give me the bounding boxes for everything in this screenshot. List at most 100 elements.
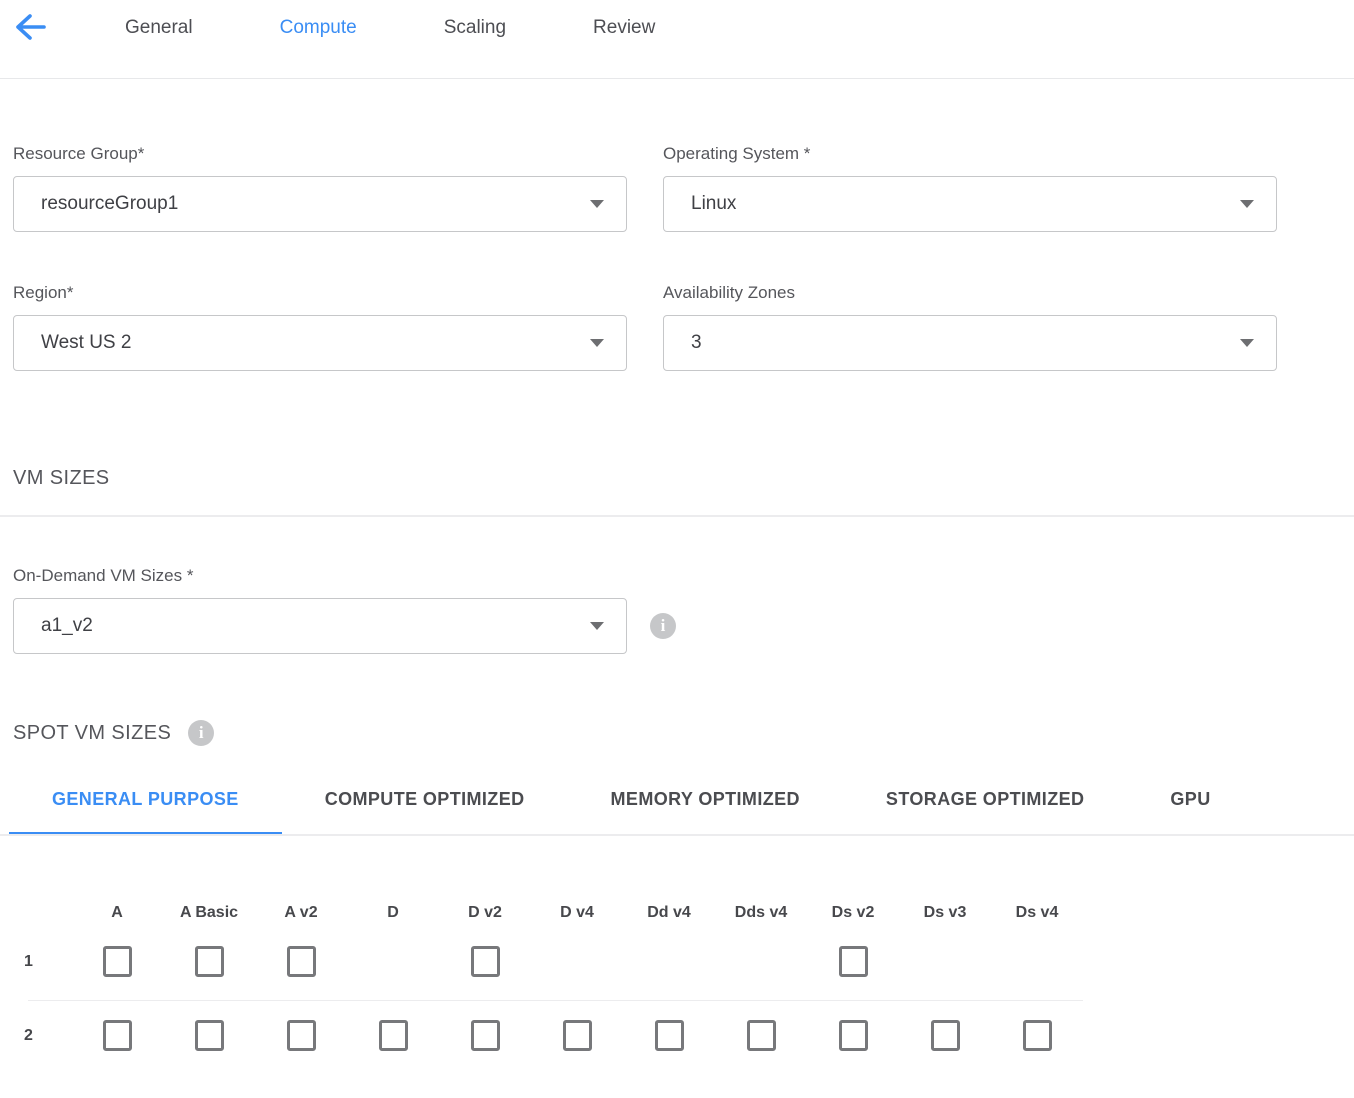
- back-arrow-icon: [14, 29, 46, 44]
- vm-grid-cell: [71, 946, 163, 977]
- vm-size-checkbox[interactable]: [839, 946, 868, 977]
- vm-sizes-heading: VM SIZES: [13, 467, 1341, 489]
- on-demand-section: On-Demand VM Sizes * a1_v2 i: [13, 565, 1341, 654]
- compute-wizard-page: General Compute Scaling Review Resource …: [0, 0, 1354, 1098]
- operating-system-select[interactable]: Linux: [663, 176, 1277, 232]
- vm-size-checkbox[interactable]: [747, 1020, 776, 1051]
- vm-size-checkbox[interactable]: [379, 1020, 408, 1051]
- vm-grid-cell: [807, 946, 899, 977]
- vm-size-checkbox[interactable]: [103, 1020, 132, 1051]
- vm-size-checkbox[interactable]: [287, 946, 316, 977]
- vm-grid-rows: 12: [0, 946, 1354, 1051]
- availability-zones-field: Availability Zones 3: [663, 282, 1277, 371]
- tab-label: MEMORY OPTIMIZED: [611, 789, 800, 809]
- resource-group-select[interactable]: resourceGroup1: [13, 176, 627, 232]
- resource-group-label: Resource Group*: [13, 143, 627, 165]
- vm-grid-cell: [163, 946, 255, 977]
- vm-row-label: 2: [0, 1027, 71, 1045]
- tab-label: GPU: [1170, 789, 1210, 809]
- resource-group-value: resourceGroup1: [41, 193, 178, 215]
- tab-compute[interactable]: Compute: [280, 15, 357, 41]
- vm-row-label: 1: [0, 953, 71, 971]
- wizard-header: General Compute Scaling Review: [0, 0, 1354, 79]
- vm-grid-cell: [255, 1020, 347, 1051]
- vm-column-header: Ds v2: [807, 903, 899, 923]
- availability-zones-select[interactable]: 3: [663, 315, 1277, 371]
- tab-gpu[interactable]: GPU: [1127, 775, 1253, 834]
- form-row: Region* West US 2 Availability Zones 3: [13, 282, 1341, 371]
- vm-grid-cell: [439, 946, 531, 977]
- operating-system-label: Operating System *: [663, 143, 1277, 165]
- vm-grid-cell: [255, 946, 347, 977]
- vm-column-header: D: [347, 903, 439, 923]
- chevron-down-icon: [590, 622, 604, 630]
- region-label: Region*: [13, 282, 627, 304]
- tab-storage-optimized[interactable]: STORAGE OPTIMIZED: [843, 775, 1127, 834]
- wizard-step-tabs: General Compute Scaling Review: [125, 13, 655, 41]
- region-field: Region* West US 2: [13, 282, 627, 371]
- vm-grid-cell: [71, 1020, 163, 1051]
- vm-grid-cell: [623, 1020, 715, 1051]
- region-value: West US 2: [41, 332, 131, 354]
- vm-grid-row: 2: [0, 1020, 1354, 1051]
- vm-size-checkbox[interactable]: [563, 1020, 592, 1051]
- resource-group-field: Resource Group* resourceGroup1: [13, 143, 627, 232]
- vm-column-header: D v2: [439, 903, 531, 923]
- operating-system-value: Linux: [691, 193, 736, 215]
- operating-system-field: Operating System * Linux: [663, 143, 1277, 232]
- spot-vm-category-tabs: GENERAL PURPOSE COMPUTE OPTIMIZED MEMORY…: [0, 775, 1354, 836]
- tab-label: GENERAL PURPOSE: [52, 789, 239, 809]
- vm-size-checkbox[interactable]: [195, 946, 224, 977]
- row-divider: [28, 1000, 1083, 1001]
- info-icon[interactable]: i: [188, 720, 214, 746]
- tab-review[interactable]: Review: [593, 15, 655, 41]
- tab-memory-optimized[interactable]: MEMORY OPTIMIZED: [568, 775, 843, 834]
- vm-grid-cell: [163, 1020, 255, 1051]
- availability-zones-value: 3: [691, 332, 702, 354]
- tab-label: COMPUTE OPTIMIZED: [325, 789, 525, 809]
- availability-zones-label: Availability Zones: [663, 282, 1277, 304]
- vm-grid-cell: [899, 1020, 991, 1051]
- tab-general[interactable]: General: [125, 15, 193, 41]
- vm-column-header: A v2: [255, 903, 347, 923]
- region-select[interactable]: West US 2: [13, 315, 627, 371]
- spot-vm-sizes-heading: SPOT VM SIZES: [13, 722, 171, 744]
- tab-label: STORAGE OPTIMIZED: [886, 789, 1084, 809]
- on-demand-field: a1_v2: [13, 598, 627, 654]
- tab-general-purpose[interactable]: GENERAL PURPOSE: [9, 775, 282, 834]
- vm-grid-cell: [991, 1020, 1083, 1051]
- vm-grid-cell: [807, 1020, 899, 1051]
- vm-size-checkbox[interactable]: [287, 1020, 316, 1051]
- on-demand-label: On-Demand VM Sizes *: [13, 565, 1341, 587]
- vm-size-grid: AA BasicA v2DD v2D v4Dd v4Dds v4Ds v2Ds …: [0, 903, 1354, 1051]
- tab-compute-optimized[interactable]: COMPUTE OPTIMIZED: [282, 775, 568, 834]
- chevron-down-icon: [590, 200, 604, 208]
- vm-grid-cell: [439, 1020, 531, 1051]
- compute-form: Resource Group* resourceGroup1 Operating…: [0, 143, 1354, 371]
- vm-column-header: Dd v4: [623, 903, 715, 923]
- vm-size-checkbox[interactable]: [471, 1020, 500, 1051]
- chevron-down-icon: [1240, 339, 1254, 347]
- on-demand-select[interactable]: a1_v2: [13, 598, 627, 654]
- section-divider: [0, 515, 1354, 517]
- back-button[interactable]: [13, 13, 47, 43]
- vm-size-checkbox[interactable]: [471, 946, 500, 977]
- tab-scaling[interactable]: Scaling: [444, 15, 506, 41]
- vm-size-checkbox[interactable]: [931, 1020, 960, 1051]
- on-demand-value: a1_v2: [41, 615, 93, 637]
- vm-column-header: Ds v3: [899, 903, 991, 923]
- chevron-down-icon: [590, 339, 604, 347]
- vm-size-checkbox[interactable]: [839, 1020, 868, 1051]
- on-demand-line: a1_v2 i: [13, 598, 1341, 654]
- vm-size-checkbox[interactable]: [103, 946, 132, 977]
- vm-size-checkbox[interactable]: [1023, 1020, 1052, 1051]
- chevron-down-icon: [1240, 200, 1254, 208]
- vm-grid-row: 1: [0, 946, 1354, 977]
- vm-grid-cell: [531, 1020, 623, 1051]
- vm-size-checkbox[interactable]: [655, 1020, 684, 1051]
- form-row: Resource Group* resourceGroup1 Operating…: [13, 143, 1341, 232]
- info-icon[interactable]: i: [650, 613, 676, 639]
- vm-size-checkbox[interactable]: [195, 1020, 224, 1051]
- vm-column-header: Ds v4: [991, 903, 1083, 923]
- active-tab-indicator: [9, 832, 282, 836]
